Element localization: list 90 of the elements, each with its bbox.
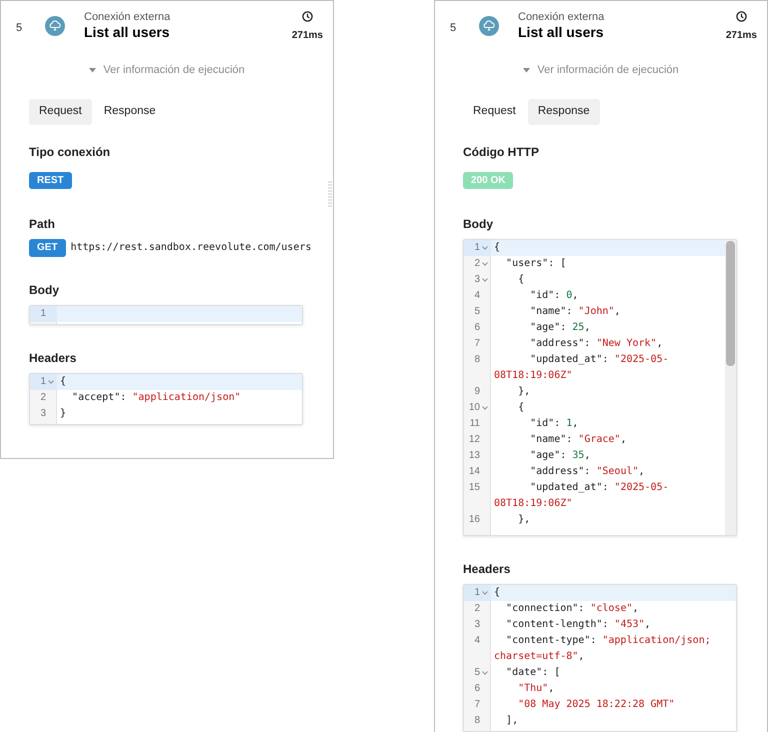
line-number: 9 (474, 384, 480, 398)
section-label: Headers (463, 560, 512, 578)
code-line: { (517, 272, 526, 286)
line-number: 1 (40, 306, 46, 320)
line-number: 4 (474, 288, 480, 302)
section-label: Body (29, 282, 60, 298)
scrollbar[interactable] (725, 240, 736, 534)
line-number: 7 (474, 698, 480, 712)
code-line: }, (517, 512, 532, 526)
code-line: "content-type": "application/json; charset=utf-8", (494, 634, 712, 664)
code-editor[interactable]: 1 (29, 304, 303, 324)
code-line: { (494, 240, 502, 254)
section-label: Headers (29, 350, 78, 366)
code-editor[interactable]: 1 { 2 "accept": "application/json" 3 } (29, 372, 303, 424)
line-number: 15 (468, 480, 480, 494)
line-number: 11 (470, 416, 480, 430)
code-line: }, (517, 384, 532, 398)
section-label: Código HTTP (463, 144, 540, 160)
code-line: "id": 0, (529, 288, 580, 302)
code-line: "id": 1, (529, 416, 580, 430)
code-line: "address": "Seoul", (529, 464, 646, 478)
line-number: 4 (474, 634, 480, 648)
section-label: Path (29, 216, 56, 232)
code-editor[interactable]: 1 { 2 "connection": "close", 3 "content-length": "453", 4 "content-type": "application/json; charset=utf-8", 5 "date": [ 6 "Thu", 7 "08 May 2025 18:22:28 GMT" 8 ], (463, 584, 737, 732)
code-line: "updated_at": "2025-05-08T18:19:06Z" (494, 480, 670, 510)
code-line: "Thu", (517, 682, 556, 696)
step-title: List all users (518, 24, 604, 41)
line-number: 6 (474, 320, 480, 334)
status-badge: 200 OK (463, 172, 514, 188)
code-line: { (494, 586, 502, 600)
line-number: 8 (474, 714, 480, 728)
line-number: 7 (474, 336, 480, 350)
code-line: "connection": "close", (505, 602, 640, 616)
line-number: 2 (474, 602, 480, 616)
code-line: "address": "New York", (529, 336, 664, 350)
line-number: 2 (40, 390, 46, 404)
tab[interactable]: Request (463, 98, 526, 124)
line-number: 13 (468, 448, 480, 462)
step-number: 5 (16, 21, 24, 36)
code-line: } (60, 406, 68, 420)
code-line: "content-length": "453", (505, 618, 652, 632)
code-line: "name": "John", (529, 304, 622, 318)
step-number: 5 (450, 21, 458, 36)
cloud-icon (45, 16, 65, 36)
code-line: { (60, 374, 68, 388)
line-number: 5 (474, 666, 480, 680)
code-line: "accept": "application/json" (71, 390, 242, 404)
line-number: 2 (474, 256, 480, 270)
subtitle: Conexión externa (84, 11, 170, 24)
subtitle: Conexión externa (518, 11, 604, 24)
line-number: 3 (40, 406, 46, 420)
section-label: Tipo conexión (29, 144, 112, 160)
clock-icon (736, 11, 747, 22)
line-number: 1 (474, 240, 480, 254)
line-number: 14 (468, 464, 480, 478)
code-line: "users": [ (505, 256, 568, 270)
code-editor[interactable] (463, 238, 737, 536)
scrollbar-thumb[interactable] (726, 240, 735, 366)
tab[interactable]: Response (94, 98, 166, 124)
method-badge: GET (29, 238, 66, 256)
code-line: "date": [ (505, 666, 562, 680)
url-text: https://rest.sandbox.reevolute.com/users (70, 241, 312, 255)
code-line: "08 May 2025 18:22:28 GMT" (517, 698, 676, 712)
caret-icon (89, 68, 96, 73)
code-line: "name": "Grace", (529, 432, 628, 446)
code-line: { (517, 400, 526, 414)
section-label: Body (463, 216, 494, 232)
code-line: "age": 25, (529, 320, 592, 334)
line-number: 5 (474, 304, 480, 318)
tab[interactable]: Request (29, 98, 92, 124)
line-number: 3 (474, 618, 480, 632)
status-badge: REST (29, 172, 72, 188)
cloud-icon (479, 16, 499, 36)
caret-icon (523, 68, 530, 73)
line-number: 1 (474, 586, 480, 600)
code-line: "age": 35, (529, 448, 592, 462)
duration: 271ms (292, 29, 323, 43)
code-line: ], (505, 714, 520, 728)
line-number: 12 (468, 432, 480, 446)
tab[interactable]: Response (528, 98, 600, 124)
code-line: "updated_at": "2025-05-08T18:19:06Z" (494, 352, 670, 382)
clock-icon (302, 11, 313, 22)
duration: 271ms (726, 29, 757, 43)
line-number: 10 (468, 400, 480, 414)
step-title: List all users (84, 24, 170, 41)
line-number: 1 (40, 374, 46, 388)
line-number: 6 (474, 682, 480, 696)
line-number: 8 (474, 352, 480, 366)
line-number: 3 (474, 272, 480, 286)
line-number: 16 (468, 512, 480, 526)
